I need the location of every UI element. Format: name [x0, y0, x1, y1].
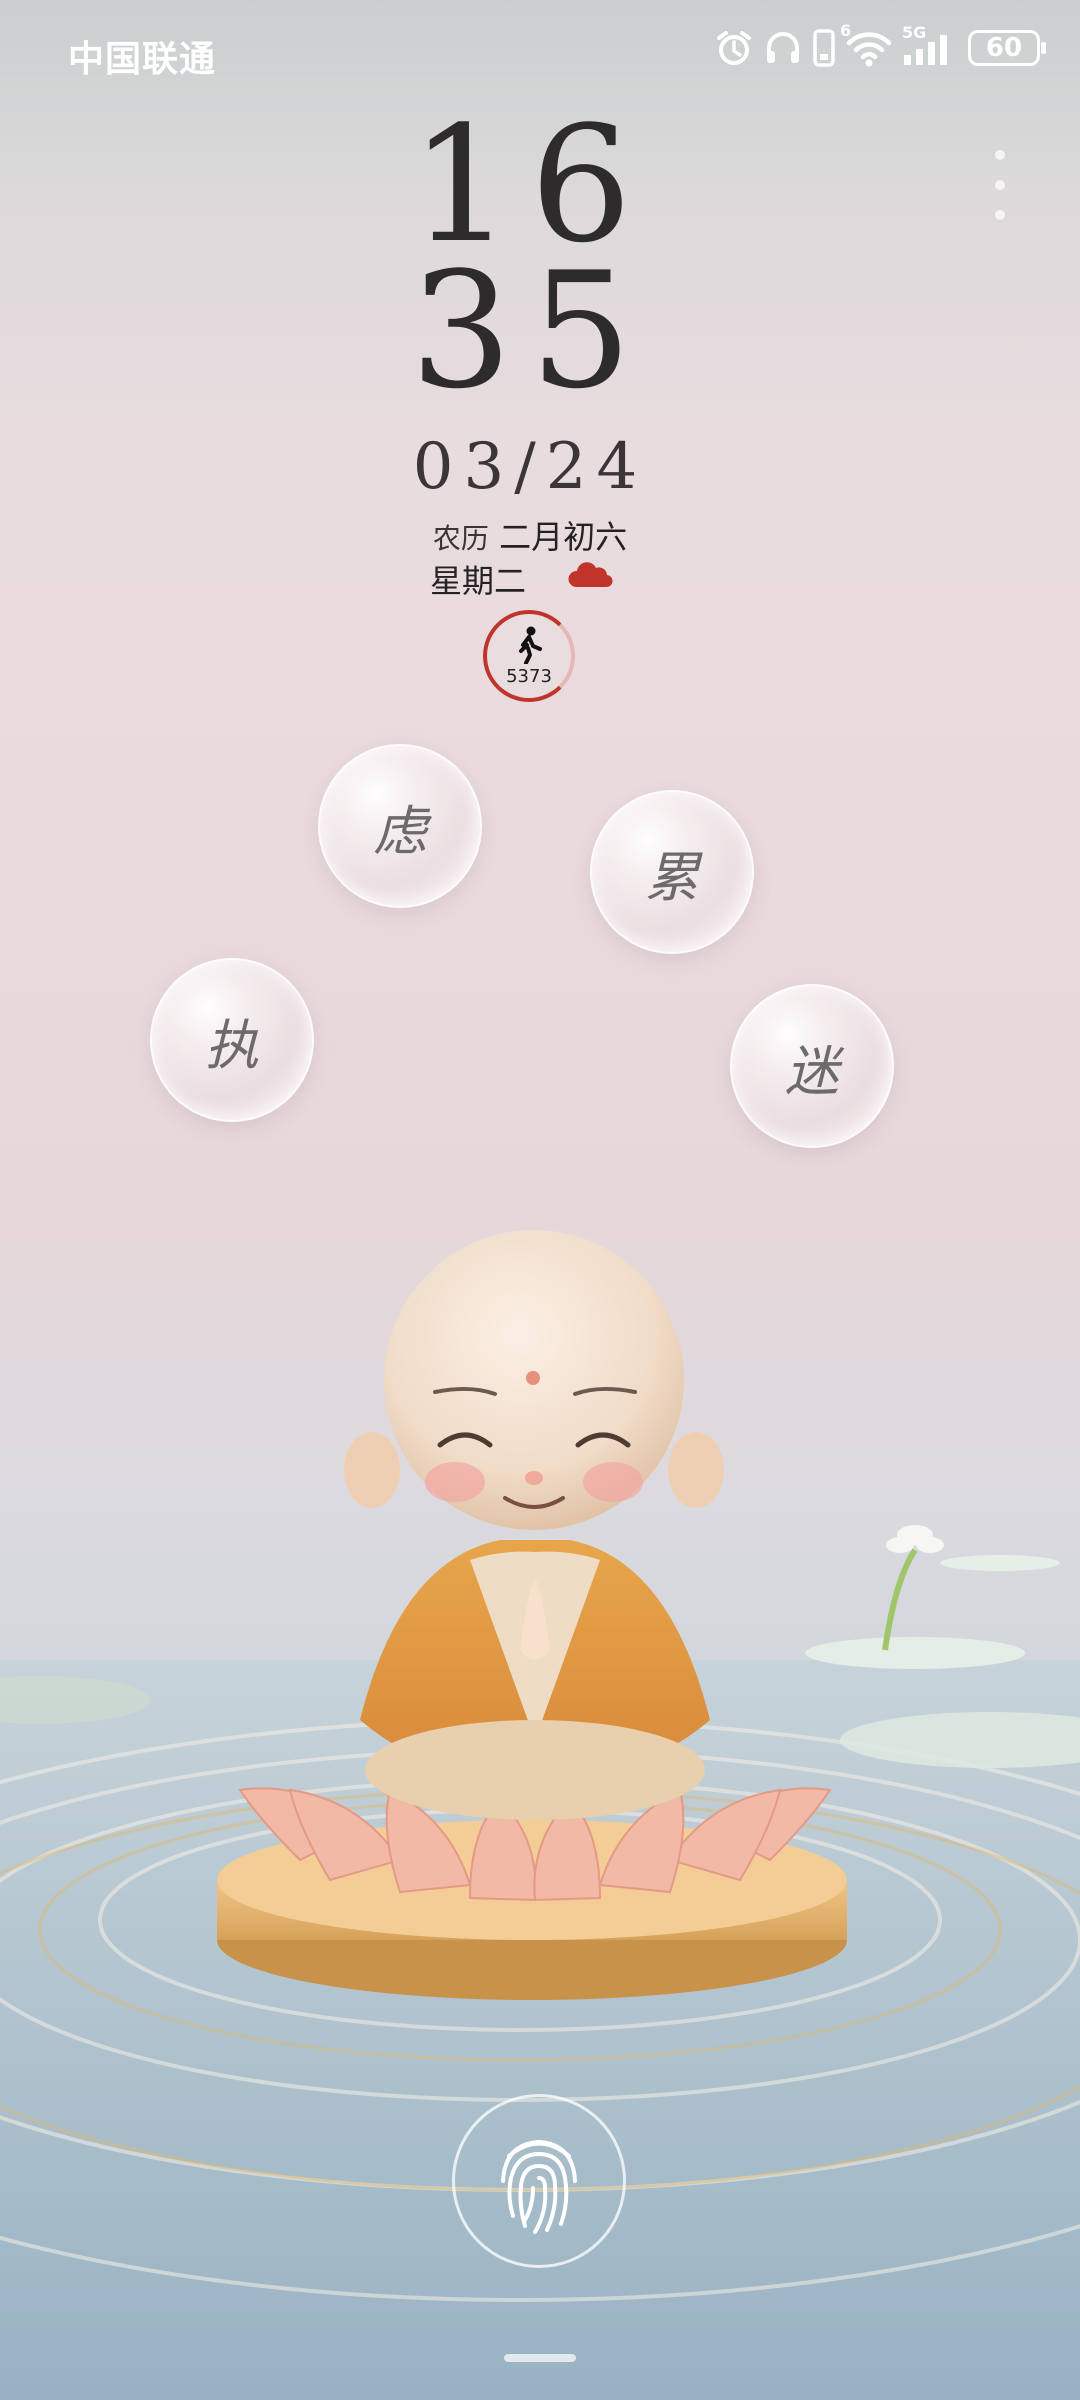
headphones-icon: [767, 32, 799, 63]
cloud-icon: [568, 562, 613, 588]
home-indicator[interactable]: [504, 2354, 576, 2362]
dot-icon: [995, 150, 1005, 160]
bubble-text: 虑: [373, 799, 427, 863]
alarm-icon: [717, 31, 751, 65]
fingerprint-icon: [501, 2139, 577, 2234]
word-bubble[interactable]: 累: [590, 790, 754, 954]
carrier-name: 中国联通: [68, 39, 217, 80]
fingerprint-unlock-button[interactable]: [452, 2094, 626, 2268]
date-display: 03/24: [412, 430, 648, 504]
lunar-value: 二月初六: [499, 518, 628, 556]
clock-minute: 35: [410, 237, 650, 424]
status-bar: 中国联通 6 5G 60: [0, 0, 1080, 100]
walking-icon: [519, 626, 542, 664]
network-type: 5G: [902, 23, 927, 42]
dot-icon: [995, 210, 1005, 220]
bubble-text: 执: [205, 1013, 259, 1077]
status-icons: 6 5G 60: [714, 21, 1046, 68]
battery-indicator: 60: [968, 30, 1046, 66]
word-bubble[interactable]: 迷: [730, 984, 894, 1148]
wifi-badge: 6: [840, 21, 852, 40]
bubble-text: 累: [645, 845, 699, 909]
step-counter-widget[interactable]: 5373: [483, 610, 575, 702]
word-bubble[interactable]: 虑: [318, 744, 482, 908]
step-count: 5373: [506, 665, 552, 687]
dot-icon: [995, 180, 1005, 190]
lunar-prefix: 农历: [432, 522, 489, 555]
weekday: 星期二: [430, 562, 527, 600]
wifi-icon: [846, 32, 892, 67]
bubble-text: 迷: [785, 1039, 839, 1103]
lockscreen-clock: 16 35: [400, 105, 660, 424]
lunar-date: 农历 二月初六: [380, 512, 680, 558]
vibrate-phone-icon: [813, 29, 835, 67]
word-bubble[interactable]: 执: [150, 958, 314, 1122]
more-options-button[interactable]: [990, 150, 1010, 220]
